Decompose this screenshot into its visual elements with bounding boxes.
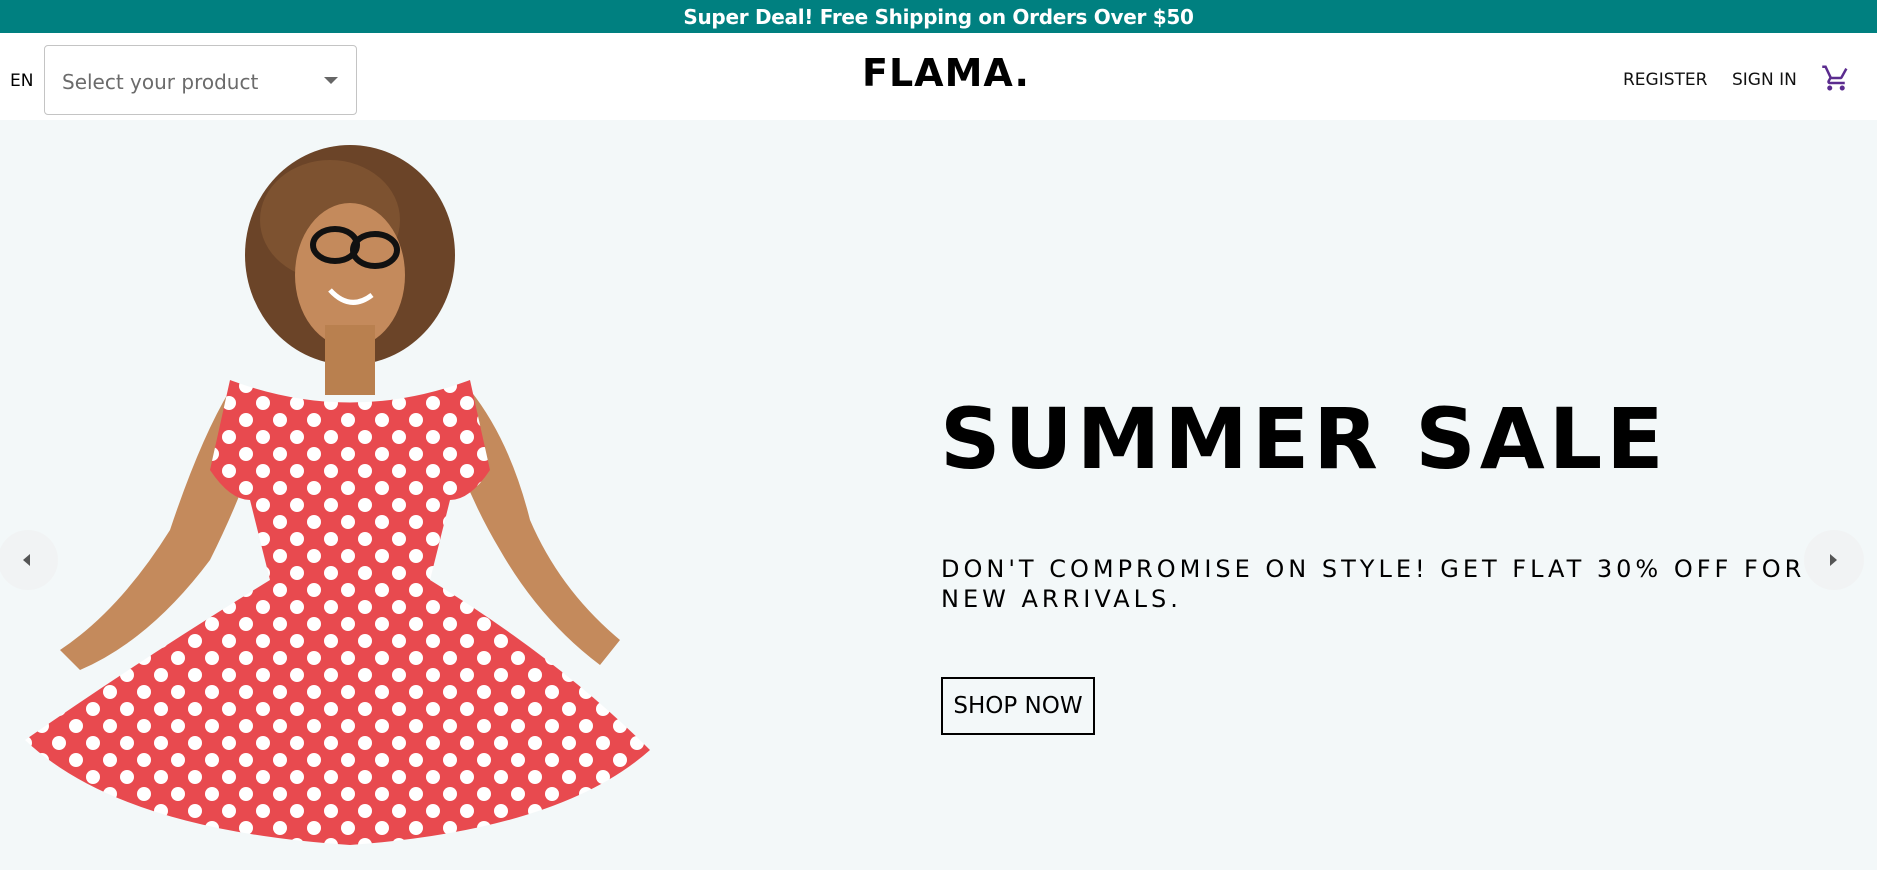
navbar: EN Select your product FLAMA. REGISTER S… — [0, 33, 1877, 120]
register-link[interactable]: REGISTER — [1623, 70, 1707, 90]
arrow-right-icon — [1830, 554, 1837, 566]
caret-down-icon — [324, 77, 338, 84]
product-select-placeholder: Select your product — [62, 70, 259, 94]
product-select[interactable]: Select your product — [44, 45, 357, 115]
hero-banner: SUMMER SALE DON'T COMPROMISE ON STYLE! G… — [0, 120, 1877, 870]
logo[interactable]: FLAMA. — [862, 51, 1030, 95]
announcement-text: Super Deal! Free Shipping on Orders Over… — [683, 4, 1194, 29]
hero-description: DON'T COMPROMISE ON STYLE! GET FLAT 30% … — [941, 555, 1806, 613]
shop-now-button[interactable]: SHOP NOW — [941, 677, 1095, 735]
shopping-cart-icon[interactable] — [1821, 63, 1851, 93]
language-label[interactable]: EN — [10, 71, 33, 91]
hero-image — [25, 145, 650, 845]
sign-in-link[interactable]: SIGN IN — [1732, 70, 1797, 90]
hero-title: SUMMER SALE — [940, 390, 1668, 488]
carousel-prev-button[interactable] — [0, 530, 58, 590]
arrow-left-icon — [23, 554, 30, 566]
announcement-bar: Super Deal! Free Shipping on Orders Over… — [0, 0, 1877, 33]
